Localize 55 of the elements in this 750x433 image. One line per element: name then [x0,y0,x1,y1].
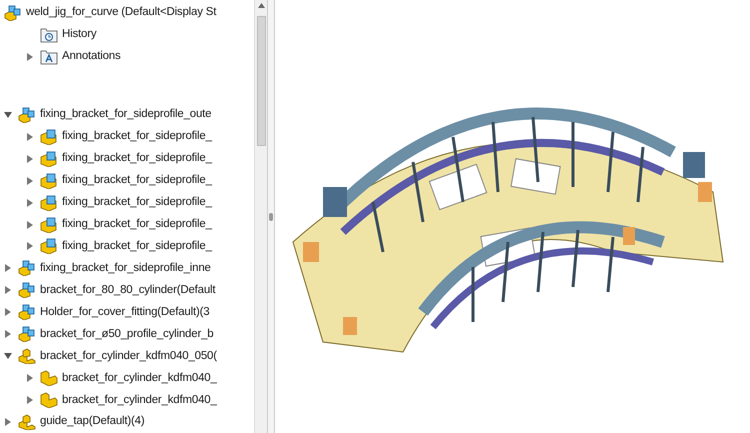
tree-item-label[interactable]: fixing_bracket_for_sideprofile_ [62,150,212,168]
bracket-part-icon [40,392,58,408]
tree-item-label[interactable]: fixing_bracket_for_sideprofile_inne [40,260,211,278]
expand-arrow-icon[interactable] [27,374,33,382]
expand-arrow-icon[interactable] [27,132,33,141]
tree-item-label[interactable]: History [62,26,96,44]
part-icon [40,238,58,254]
part-icon [40,150,58,167]
part-icon [40,194,58,211]
expand-arrow-icon[interactable] [27,52,33,61]
expand-arrow-icon[interactable] [5,330,11,338]
tree-item-label[interactable]: bracket_for_cylinder_kdfm040_ [62,370,217,387]
expand-arrow-icon[interactable] [5,418,11,426]
assembly-icon [18,106,36,123]
collapse-arrow-icon[interactable] [4,112,12,118]
tree-item-label[interactable]: fixing_bracket_for_sideprofile_ [62,172,212,190]
expand-arrow-icon[interactable] [27,154,33,163]
tree-item-label[interactable]: fixing_bracket_for_sideprofile_ [62,238,212,256]
tree-item-label[interactable]: fixing_bracket_for_sideprofile_ [62,194,212,212]
collapse-arrow-icon[interactable] [4,353,12,360]
expand-arrow-icon[interactable] [27,396,33,404]
tree-item-label[interactable]: fixing_bracket_for_sideprofile_ [62,128,212,146]
assembly-icon [4,4,22,21]
tree-item-label[interactable]: guide_tap(Default)(4) [40,413,144,431]
history-folder-icon [40,26,58,43]
tree-item-label[interactable]: bracket_for_ø50_profile_cylinder_b [40,326,214,343]
tree-item-label[interactable]: fixing_bracket_for_sideprofile_oute [40,106,212,124]
expand-arrow-icon[interactable] [5,286,11,294]
assembly-icon [18,326,36,342]
assembly-icon [18,304,36,320]
expand-arrow-icon[interactable] [27,220,33,229]
scroll-up-arrow-icon[interactable] [258,3,264,8]
subassembly-icon [18,348,36,364]
tree-item-label[interactable]: bracket_for_cylinder_kdfm040_ [62,392,217,409]
bracket-part-icon [40,370,58,386]
assembly-icon [18,260,36,276]
tree-item-label[interactable]: Holder_for_cover_fitting(Default)(3 [40,304,210,321]
tree-item-label[interactable]: bracket_for_80_80_cylinder(Default [40,282,216,299]
part-icon [40,172,58,189]
expand-arrow-icon[interactable] [5,264,11,272]
scrollbar[interactable] [254,0,267,433]
tree-item-label[interactable]: Annotations [62,48,121,66]
subassembly-icon [18,414,36,430]
annotations-folder-icon [40,48,58,65]
tree-root-label[interactable]: weld_jig_for_curve (Default<Display St [26,4,216,22]
assembly-icon [18,282,36,298]
tree-item-label[interactable]: fixing_bracket_for_sideprofile_ [62,216,212,234]
tree-item-label[interactable]: bracket_for_cylinder_kdfm040_050( [40,348,217,365]
part-icon [40,128,58,145]
expand-arrow-icon[interactable] [27,198,33,207]
expand-arrow-icon[interactable] [5,308,11,316]
expand-arrow-icon[interactable] [27,242,33,250]
expand-arrow-icon[interactable] [27,176,33,185]
part-icon [40,216,58,233]
scrollbar-thumb[interactable] [256,16,266,146]
